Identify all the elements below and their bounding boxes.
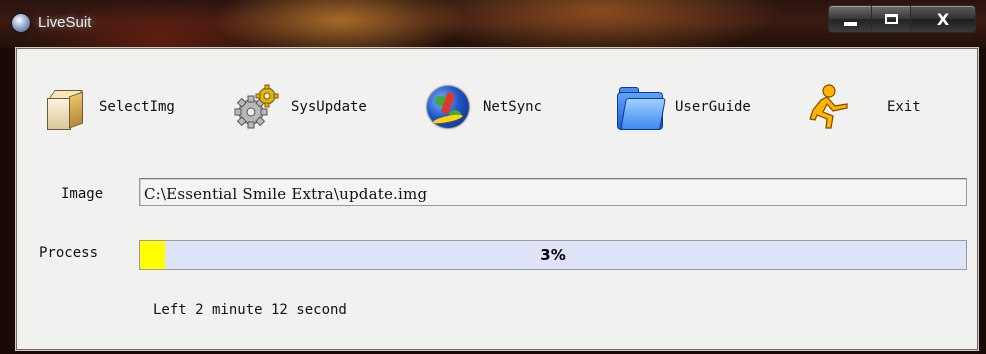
close-icon: X [936, 9, 950, 29]
netsync-label: NetSync [483, 99, 543, 115]
selectimg-label: SelectImg [99, 99, 175, 115]
window-title: LiveSuit [38, 14, 92, 31]
minimize-icon [843, 22, 857, 26]
close-button[interactable]: X [911, 5, 976, 33]
progress-percent: 3% [540, 246, 566, 264]
sysupdate-button[interactable]: SysUpdate [231, 79, 367, 135]
netsync-button[interactable]: NetSync [423, 79, 542, 135]
sysupdate-label: SysUpdate [291, 99, 367, 115]
userguide-label: UserGuide [675, 99, 751, 115]
image-path-field[interactable] [139, 178, 967, 206]
progress-bar: 3% [139, 240, 967, 270]
toolbar: SelectImg SysUpdate NetSync UserGuide Ex… [17, 49, 977, 159]
box-icon [39, 82, 89, 132]
exit-button[interactable]: Exit [807, 79, 921, 135]
minimize-button[interactable] [828, 5, 872, 33]
caption-buttons: X [828, 5, 976, 33]
running-man-icon [807, 82, 857, 132]
livesuit-app-icon [12, 14, 30, 32]
exit-label: Exit [887, 99, 921, 115]
main-panel: SelectImg SysUpdate NetSync UserGuide Ex… [16, 48, 978, 350]
time-left-text: Left 2 minute 12 second [153, 302, 347, 318]
userguide-button[interactable]: UserGuide [615, 79, 751, 135]
gears-icon [231, 82, 281, 132]
process-label: Process [39, 245, 99, 261]
globe-icon [423, 82, 473, 132]
maximize-button[interactable] [872, 5, 911, 33]
selectimg-button[interactable]: SelectImg [39, 79, 175, 135]
folder-icon [615, 82, 666, 132]
image-label: Image [61, 186, 104, 202]
maximize-icon [884, 14, 898, 24]
title-bar[interactable]: LiveSuit X [0, 0, 986, 48]
